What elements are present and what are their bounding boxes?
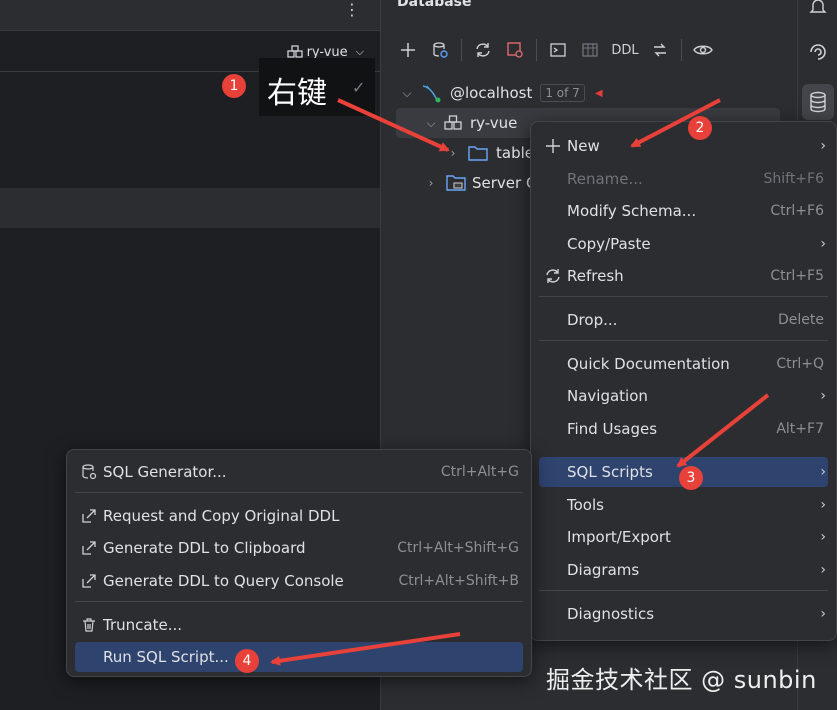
chevron-right-icon[interactable]: › <box>420 176 442 190</box>
menu-item-diagnostics[interactable]: Diagnostics › <box>539 599 828 629</box>
editor-tab-bar: ⋮ <box>0 0 380 30</box>
menu-separator <box>75 492 523 493</box>
menu-item-copy-paste[interactable]: Copy/Paste › <box>539 229 828 259</box>
menu-separator <box>539 340 828 341</box>
tree-node-server-objects[interactable]: › Server C <box>420 170 537 196</box>
menu-item-modify-schema[interactable]: Modify Schema... Ctrl+F6 <box>539 196 828 226</box>
schema-label: ry-vue <box>470 114 518 132</box>
menu-item-generate-ddl-clipboard[interactable]: Generate DDL to Clipboard Ctrl+Alt+Shift… <box>75 533 523 563</box>
disconnect-icon[interactable] <box>500 36 530 64</box>
editor-current-line <box>0 188 380 228</box>
host-label: @localhost <box>450 84 533 102</box>
schema-icon <box>286 45 303 58</box>
menu-item-refresh[interactable]: Refresh Ctrl+F5 <box>539 261 828 291</box>
ddl-button[interactable]: DDL <box>607 36 643 64</box>
menu-separator <box>539 296 828 297</box>
toolbar-separator <box>681 39 682 61</box>
menu-item-sql-generator[interactable]: SQL Generator... Ctrl+Alt+G <box>75 457 523 487</box>
menu-item-rename[interactable]: Rename... Shift+F6 <box>539 164 828 194</box>
tree-node-tables[interactable]: › table <box>442 140 534 166</box>
ai-assistant-icon[interactable] <box>804 38 832 66</box>
mysql-icon <box>422 85 441 103</box>
step-badge-1: 1 <box>222 74 246 98</box>
chevron-right-icon: › <box>820 464 826 480</box>
step-badge-2: 2 <box>688 116 712 140</box>
chevron-down-icon: ⌵ <box>355 45 364 58</box>
menu-item-quick-documentation[interactable]: Quick Documentation Ctrl+Q <box>539 349 828 379</box>
query-console-icon[interactable] <box>543 36 573 64</box>
server-objects-label: Server C <box>472 174 537 192</box>
menu-item-import-export[interactable]: Import/Export › <box>539 522 828 552</box>
add-icon[interactable] <box>393 36 423 64</box>
menu-item-request-copy-ddl[interactable]: Request and Copy Original DDL <box>75 501 523 531</box>
toolbar-separator <box>536 39 537 61</box>
chevron-right-icon: › <box>820 388 826 404</box>
refresh-icon[interactable] <box>468 36 498 64</box>
menu-item-tools[interactable]: Tools › <box>539 490 828 520</box>
step-badge-3: 3 <box>679 466 703 490</box>
tree-node-host[interactable]: ⌵ @localhost 1 of 7 ◀ <box>396 80 603 106</box>
more-options-icon[interactable]: ⋮ <box>344 0 360 19</box>
chevron-right-icon[interactable]: › <box>442 146 464 160</box>
panel-title: Database <box>397 0 472 10</box>
chevron-right-icon: › <box>820 606 826 622</box>
table-view-icon[interactable] <box>575 36 605 64</box>
trash-icon <box>79 615 99 635</box>
chevron-right-icon: › <box>820 138 826 154</box>
data-source-properties-icon[interactable] <box>425 36 455 64</box>
tree-node-schema[interactable]: ⌵ ry-vue <box>420 110 517 136</box>
chevron-right-icon: › <box>820 562 826 578</box>
view-options-icon[interactable] <box>688 36 718 64</box>
server-objects-icon <box>446 175 466 191</box>
menu-item-truncate[interactable]: Truncate... <box>75 610 523 640</box>
menu-item-navigation[interactable]: Navigation › <box>539 381 828 411</box>
chevron-right-icon: › <box>820 236 826 252</box>
jump-to-source-icon[interactable] <box>645 36 675 64</box>
external-link-icon <box>79 571 99 591</box>
menu-item-diagrams[interactable]: Diagrams › <box>539 555 828 585</box>
menu-item-run-sql-script[interactable]: Run SQL Script... <box>75 642 523 672</box>
chevron-right-icon: › <box>820 529 826 545</box>
step-badge-4: 4 <box>235 649 259 673</box>
database-gear-icon <box>79 462 99 482</box>
check-icon: ✓ <box>352 78 366 97</box>
context-menu: New › Rename... Shift+F6 Modify Schema..… <box>530 121 837 641</box>
chevron-down-icon[interactable]: ⌵ <box>396 86 418 101</box>
tables-label: table <box>496 144 534 162</box>
menu-item-find-usages[interactable]: Find Usages Alt+F7 <box>539 414 828 444</box>
chevron-right-icon: › <box>820 497 826 513</box>
chevron-down-icon[interactable]: ⌵ <box>420 116 442 131</box>
host-count-badge[interactable]: 1 of 7 <box>540 84 585 102</box>
refresh-icon <box>543 266 563 286</box>
warning-triangle-icon: ◀ <box>594 87 603 99</box>
menu-item-new[interactable]: New › <box>539 131 828 161</box>
database-toolbar: DDL <box>393 36 718 64</box>
plus-icon <box>543 136 563 156</box>
menu-item-generate-ddl-console[interactable]: Generate DDL to Query Console Ctrl+Alt+S… <box>75 566 523 596</box>
external-link-icon <box>79 538 99 558</box>
menu-item-drop[interactable]: Drop... Delete <box>539 305 828 335</box>
schema-icon <box>444 115 462 130</box>
external-link-icon <box>79 506 99 526</box>
notifications-icon[interactable] <box>804 0 832 20</box>
watermark: 掘金技术社区 @ sunbin <box>546 666 817 694</box>
menu-separator <box>539 590 828 591</box>
sql-scripts-submenu: SQL Generator... Ctrl+Alt+G Request and … <box>66 449 532 677</box>
toolbar-separator <box>461 39 462 61</box>
callout-text: 右键 <box>267 76 327 111</box>
folder-icon <box>468 146 488 161</box>
menu-separator <box>75 601 523 602</box>
database-icon[interactable] <box>804 88 832 116</box>
